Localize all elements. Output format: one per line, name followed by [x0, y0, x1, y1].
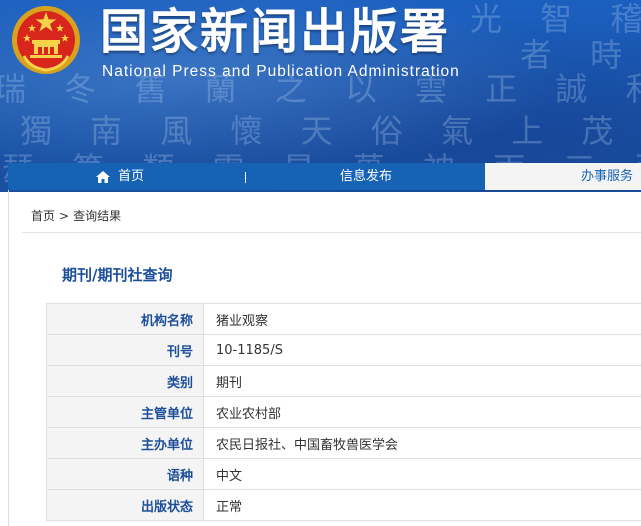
national-emblem-icon: [12, 6, 80, 74]
row-value: 农民日报社、中国畜牧兽医学会: [203, 427, 641, 459]
table-row: 语种 中文: [46, 458, 641, 490]
row-value: 10-1185/S: [203, 334, 641, 366]
row-value: 猪业观察: [203, 303, 641, 335]
row-label: 语种: [46, 458, 204, 490]
table-row: 刊号 10-1185/S: [46, 334, 641, 366]
breadcrumb-current: 查询结果: [73, 209, 122, 223]
content-border: [8, 190, 9, 526]
breadcrumb-home-link[interactable]: 首页: [31, 209, 55, 223]
nav-info-label: 信息发布: [340, 169, 393, 184]
table-row: 主管单位 农业农村部: [46, 396, 641, 428]
breadcrumb: 首页 > 查询结果: [31, 207, 121, 224]
journal-details-table: 机构名称 猪业观察 刊号 10-1185/S 类别 期刊 主管单位 农业农村部 …: [46, 303, 641, 521]
row-label: 出版状态: [46, 489, 204, 521]
calligraphy-background: 獨 南 風 懷 天 俗 氣 上 茂 若 林 海 金 松: [20, 112, 641, 150]
table-row: 类别 期刊: [46, 365, 641, 397]
row-value: 期刊: [203, 365, 641, 397]
row-label: 机构名称: [46, 303, 204, 335]
calligraphy-background: 光 智 稽 山: [470, 0, 641, 38]
nav-divider: [245, 172, 246, 183]
row-value: 中文: [203, 458, 641, 490]
nav-services-label: 办事服务: [580, 169, 633, 184]
row-value: 农业农村部: [203, 396, 641, 428]
breadcrumb-divider: [22, 232, 641, 233]
table-row: 出版状态 正常: [46, 489, 641, 521]
site-title: 国家新闻出版署: [100, 4, 451, 60]
nav-item-home[interactable]: 首页: [96, 163, 144, 190]
main-nav: 首页 信息发布 办事服务: [8, 163, 641, 190]
row-value: 正常: [203, 489, 641, 521]
home-icon: [96, 170, 110, 183]
table-row: 机构名称 猪业观察: [46, 303, 641, 335]
row-label: 类别: [46, 365, 204, 397]
site-subtitle: National Press and Publication Administr…: [102, 63, 460, 80]
row-label: 刊号: [46, 334, 204, 366]
row-label: 主管单位: [46, 396, 204, 428]
nav-item-info-release[interactable]: 信息发布: [340, 163, 392, 190]
table-row: 主办单位 农民日报社、中国畜牧兽医学会: [46, 427, 641, 459]
breadcrumb-separator: >: [59, 209, 70, 223]
nav-home-label: 首页: [118, 169, 145, 184]
calligraphy-background: 者 時 文 水: [520, 36, 641, 74]
page-title: 期刊/期刊社查询: [62, 266, 173, 284]
nav-item-services[interactable]: 办事服务: [485, 163, 641, 190]
row-label: 主办单位: [46, 427, 204, 459]
